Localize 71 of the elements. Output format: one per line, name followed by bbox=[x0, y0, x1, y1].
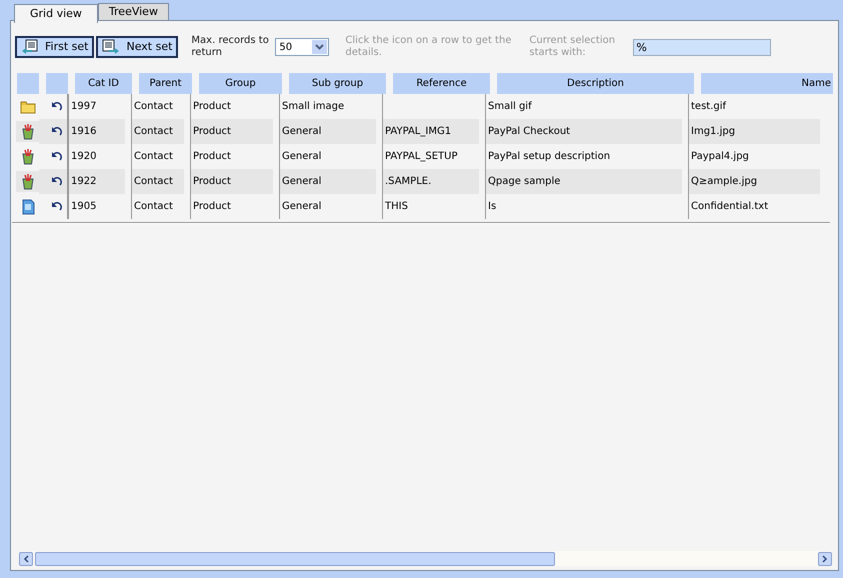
table-cell-text: THIS bbox=[385, 200, 408, 214]
table-cell-text: Product bbox=[193, 150, 231, 164]
table-cell-text: PAYPAL_SETUP bbox=[385, 150, 458, 164]
selection-field[interactable]: % bbox=[633, 38, 772, 56]
table-cell-text: 1997 bbox=[71, 100, 96, 114]
table-cell-text: .SAMPLE. bbox=[385, 175, 432, 189]
next-set-button[interactable]: Next set bbox=[96, 36, 178, 58]
column-header[interactable]: Group bbox=[199, 73, 282, 94]
tab[interactable]: TreeView bbox=[98, 3, 169, 21]
table-cell-text: Paypal4.jpg bbox=[691, 150, 749, 164]
scroll-left-button[interactable] bbox=[19, 552, 33, 566]
table-cell-text: Product bbox=[193, 100, 231, 114]
undo-arrow-icon[interactable] bbox=[51, 126, 63, 136]
table-cell-text: General bbox=[282, 150, 322, 164]
table-cell-text: Contact bbox=[134, 150, 173, 164]
table-cell-text: PayPal setup description bbox=[488, 150, 610, 164]
undo-arrow-icon[interactable] bbox=[51, 152, 63, 162]
column-header[interactable]: Reference bbox=[393, 73, 490, 94]
table-cell-text: PAYPAL_IMG1 bbox=[385, 125, 452, 139]
horizontal-scrollbar[interactable] bbox=[19, 551, 832, 566]
table-cell-text: PayPal Checkout bbox=[488, 125, 570, 139]
hint-text: Click the icon on a row to get the details. bbox=[345, 35, 512, 59]
column-header[interactable]: Parent bbox=[139, 73, 192, 94]
max-records-select[interactable]: 50 bbox=[275, 38, 330, 56]
selection-label: Current selection starts with: bbox=[529, 35, 616, 59]
header-cell bbox=[46, 73, 68, 94]
table-cell-text: Small image bbox=[282, 100, 344, 114]
undo-arrow-icon[interactable] bbox=[51, 176, 63, 186]
chevron-right-icon[interactable] bbox=[822, 554, 828, 562]
table-cell-text: 1916 bbox=[71, 125, 96, 139]
max-records-label: Max. records to return bbox=[191, 35, 270, 59]
table-cell-text: 1922 bbox=[71, 175, 96, 189]
table-cell-text: General bbox=[282, 125, 322, 139]
table-cell-text: Is bbox=[488, 200, 496, 214]
document-icon[interactable] bbox=[20, 198, 34, 214]
tab[interactable]: Grid view bbox=[14, 4, 98, 23]
table-cell-text: Product bbox=[193, 125, 231, 139]
undo-arrow-icon[interactable] bbox=[51, 202, 63, 212]
table-cell-text: General bbox=[282, 200, 322, 214]
table-cell-text: Confidential.txt bbox=[691, 200, 768, 214]
table-cell-text: test.gif bbox=[691, 100, 726, 114]
dropdown-icon bbox=[312, 40, 328, 54]
list-back-icon bbox=[21, 39, 39, 55]
table-cell-text: Q≥ample.jpg bbox=[691, 175, 758, 189]
scroll-thumb[interactable] bbox=[35, 552, 555, 566]
column-header[interactable]: Description bbox=[497, 73, 694, 94]
undo-arrow-icon[interactable] bbox=[51, 102, 63, 112]
list-forward-icon bbox=[102, 39, 120, 55]
paint-cup-icon[interactable] bbox=[20, 174, 34, 190]
column-header[interactable]: Sub group bbox=[289, 73, 386, 94]
scroll-right-button[interactable] bbox=[818, 552, 832, 566]
folder-icon[interactable] bbox=[20, 100, 36, 114]
header-cell bbox=[17, 73, 39, 94]
table-cell-text: Contact bbox=[134, 125, 173, 139]
column-header[interactable]: Name bbox=[701, 73, 833, 94]
table-cell-text: Contact bbox=[134, 175, 173, 189]
table-cell-text: Img1.jpg bbox=[691, 125, 736, 139]
table-cell-text: Product bbox=[193, 200, 231, 214]
column-header[interactable]: Cat ID bbox=[75, 73, 132, 94]
table-cell-text: Contact bbox=[134, 100, 173, 114]
table-cell-text: Product bbox=[193, 175, 231, 189]
table-cell-text: General bbox=[282, 175, 322, 189]
chevron-left-icon[interactable] bbox=[23, 554, 29, 562]
paint-cup-icon[interactable] bbox=[20, 148, 34, 164]
table-cell-text: Qpage sample bbox=[488, 175, 560, 189]
table-cell-text: 1920 bbox=[71, 150, 96, 164]
first-set-button[interactable]: First set bbox=[15, 36, 94, 58]
paint-cup-icon[interactable] bbox=[20, 124, 34, 140]
table-cell-text: 1905 bbox=[71, 200, 96, 214]
table-cell-text: Contact bbox=[134, 200, 173, 214]
table-cell-text: Small gif bbox=[488, 100, 532, 114]
